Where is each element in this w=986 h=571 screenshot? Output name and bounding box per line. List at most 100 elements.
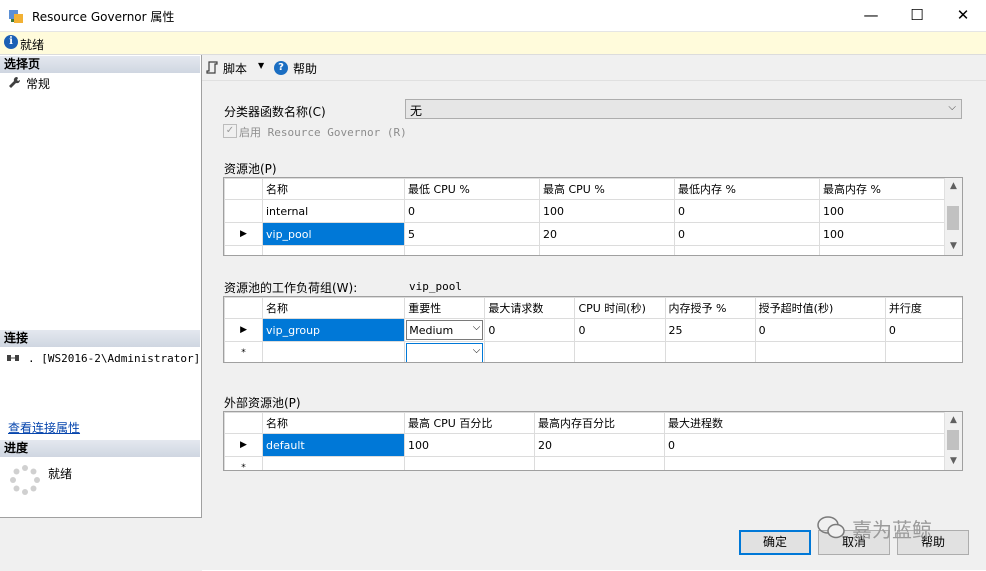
column-header[interactable]: 最高 CPU 百分比 <box>404 412 535 434</box>
table-cell[interactable]: 100 <box>404 433 535 457</box>
chevron-down-icon: ⌵ <box>472 345 481 356</box>
row-selector-icon[interactable]: ▶ <box>224 222 263 246</box>
scroll-thumb[interactable] <box>947 206 959 230</box>
app-icon <box>9 10 23 23</box>
column-header[interactable]: 重要性 <box>404 297 486 319</box>
table-cell[interactable]: default <box>262 433 405 457</box>
header-row: 名称 最高 CPU 百分比 最高内存百分比 最大进程数 <box>224 412 947 434</box>
table-cell[interactable] <box>262 341 406 362</box>
scroll-up-icon[interactable]: ▲ <box>945 178 962 195</box>
table-row[interactable] <box>224 245 947 255</box>
help-label: 帮助 <box>293 62 318 76</box>
header-row: 名称 重要性 最大请求数 CPU 时间(秒) 内存授予 % 授予超时值(秒) 并… <box>224 297 962 319</box>
window-title: Resource Governor 属性 <box>32 10 175 24</box>
workload-pool-name: vip_pool <box>409 280 462 293</box>
table-cell[interactable]: 0 <box>754 318 886 342</box>
table-cell[interactable]: 0 <box>664 433 947 457</box>
watermark-text: 嘉为蓝鲸 <box>852 518 932 542</box>
column-header[interactable]: 名称 <box>262 297 406 319</box>
spinner-icon <box>10 465 40 495</box>
column-header[interactable]: CPU 时间(秒) <box>574 297 666 319</box>
page-item-label: 常规 <box>26 77 51 91</box>
enable-checkbox[interactable]: ✓ 启用 Resource Governor (R) <box>223 123 407 139</box>
scroll-up-icon[interactable]: ▲ <box>945 412 962 429</box>
minimize-button[interactable]: — <box>848 0 894 31</box>
column-header[interactable]: 最大请求数 <box>484 297 576 319</box>
importance-select[interactable]: Medium ⌵ <box>404 318 486 342</box>
table-cell[interactable]: 0 <box>574 318 666 342</box>
column-header[interactable]: 内存授予 % <box>664 297 756 319</box>
toolbar: 脚本 ▼ ? 帮助 <box>202 55 986 81</box>
column-header[interactable]: 最低 CPU % <box>404 178 540 200</box>
external-pools-grid: 名称 最高 CPU 百分比 最高内存百分比 最大进程数 ▶ default 10… <box>223 411 963 471</box>
info-icon: i <box>4 35 18 49</box>
importance-select-empty[interactable]: ⌵ <box>404 341 486 362</box>
script-button[interactable]: 脚本 ▼ <box>206 59 268 77</box>
vertical-scrollbar[interactable]: ▲ ▼ <box>944 178 962 255</box>
row-header[interactable] <box>224 245 263 255</box>
maximize-button[interactable]: ☐ <box>894 0 940 31</box>
page-item-general[interactable]: 常规 <box>8 75 158 91</box>
scroll-down-icon[interactable]: ▼ <box>945 238 962 255</box>
progress-header: 进度 <box>0 440 200 457</box>
column-header[interactable]: 授予超时值(秒) <box>754 297 886 319</box>
left-panel: 选择页 常规 连接 . [WS2016-2\Administrator] 查看连… <box>0 55 202 517</box>
title-bar: Resource Governor 属性 — ☐ ✕ <box>0 0 986 32</box>
table-cell[interactable]: 0 <box>674 222 820 246</box>
table-cell[interactable]: internal <box>262 199 405 223</box>
column-header[interactable]: 名称 <box>262 412 405 434</box>
scroll-down-icon[interactable]: ▼ <box>945 453 962 470</box>
table-cell[interactable]: 5 <box>404 222 540 246</box>
header-row: 名称 最低 CPU % 最高 CPU % 最低内存 % 最高内存 % <box>224 178 947 200</box>
row-selector-icon[interactable]: ▶ <box>224 318 264 342</box>
column-header[interactable]: 最大进程数 <box>664 412 947 434</box>
workload-groups-label: 资源池的工作负荷组(W): <box>224 281 358 295</box>
classifier-select[interactable]: 无 ⌵ <box>405 99 962 119</box>
row-selector-icon[interactable]: ▶ <box>224 433 263 457</box>
row-header[interactable] <box>224 199 263 223</box>
help-toolbar-button[interactable]: ? 帮助 <box>274 59 324 77</box>
scroll-thumb[interactable] <box>947 430 959 450</box>
table-cell[interactable]: 25 <box>664 318 756 342</box>
new-row-icon[interactable]: * <box>224 341 264 362</box>
table-cell[interactable]: 20 <box>534 433 665 457</box>
connection-icon <box>7 355 19 361</box>
table-cell[interactable]: 0 <box>674 199 820 223</box>
external-pools-label: 外部资源池(P) <box>224 396 301 410</box>
table-row[interactable]: ▶ vip_pool 5 20 0 100 <box>224 222 947 246</box>
table-row[interactable]: ▶ vip_group Medium ⌵ 0 0 25 0 0 <box>224 318 962 342</box>
table-cell[interactable]: 20 <box>539 222 675 246</box>
ok-button[interactable]: 确定 <box>739 530 811 555</box>
new-row[interactable]: * <box>224 456 947 470</box>
column-header[interactable]: 名称 <box>262 178 405 200</box>
table-row[interactable]: internal 0 100 0 100 <box>224 199 947 223</box>
workload-groups-grid: 名称 重要性 最大请求数 CPU 时间(秒) 内存授予 % 授予超时值(秒) 并… <box>223 296 963 363</box>
view-connection-link[interactable]: 查看连接属性 <box>8 419 80 436</box>
table-cell[interactable]: 100 <box>539 199 675 223</box>
column-header[interactable]: 最高内存百分比 <box>534 412 665 434</box>
table-cell[interactable]: vip_group <box>262 318 406 342</box>
table-cell[interactable]: vip_pool <box>262 222 405 246</box>
new-row-icon[interactable]: * <box>224 456 263 470</box>
table-cell[interactable]: 100 <box>819 222 947 246</box>
wrench-icon <box>9 76 21 88</box>
chevron-down-icon: ⌵ <box>948 102 956 113</box>
vertical-scrollbar[interactable]: ▲ ▼ <box>944 412 962 470</box>
table-cell[interactable]: 100 <box>819 199 947 223</box>
progress-text: 就绪 <box>48 467 73 481</box>
classifier-label: 分类器函数名称(C) <box>224 105 326 119</box>
column-header[interactable]: 最低内存 % <box>674 178 820 200</box>
help-icon: ? <box>274 61 288 75</box>
column-header[interactable]: 并行度 <box>884 297 962 319</box>
table-row[interactable]: ▶ default 100 20 0 <box>224 433 947 457</box>
column-header[interactable]: 最高内存 % <box>819 178 947 200</box>
column-header[interactable]: 最高 CPU % <box>539 178 675 200</box>
table-cell[interactable]: 0 <box>884 318 962 342</box>
new-row[interactable]: * ⌵ <box>224 341 962 362</box>
table-cell[interactable]: 0 <box>404 199 540 223</box>
script-icon <box>206 61 218 74</box>
close-button[interactable]: ✕ <box>940 0 986 31</box>
row-header-corner <box>224 297 264 319</box>
resource-pools-grid: 名称 最低 CPU % 最高 CPU % 最低内存 % 最高内存 % inter… <box>223 177 963 256</box>
table-cell[interactable]: 0 <box>484 318 576 342</box>
